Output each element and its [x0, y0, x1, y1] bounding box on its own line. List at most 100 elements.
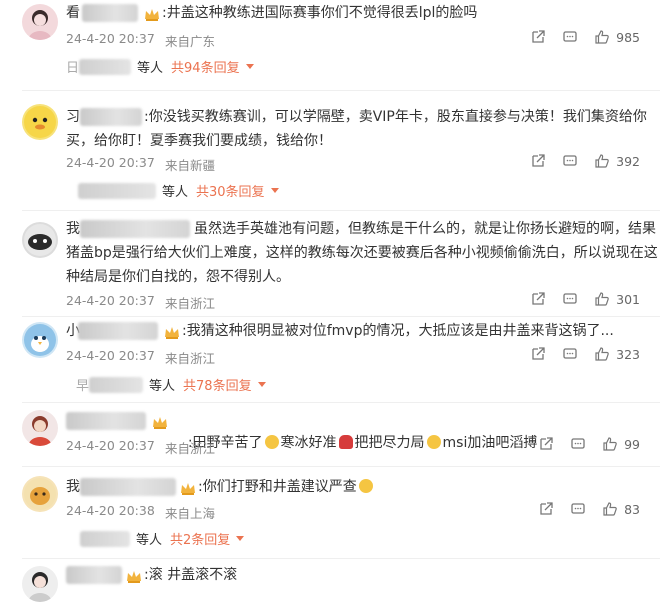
comment-text-line1: :你没钱买教练赛训，可以学隔壁，卖VIP年卡，股东直接参与决策！我们集资给你 — [144, 109, 647, 125]
comment-location: 来自浙江 — [165, 351, 216, 366]
vip-crown-icon — [127, 571, 141, 583]
comment-actions: 301 — [514, 291, 640, 307]
share-icon[interactable] — [530, 29, 546, 45]
comment-date: 24-4-20 20:37 — [66, 348, 155, 363]
comment-text: :滚 井盖滚不滚 — [144, 567, 238, 583]
reply-count-link[interactable]: 共78条回复 — [183, 375, 252, 394]
like-icon[interactable] — [602, 501, 618, 517]
username-blurred[interactable] — [66, 412, 146, 430]
like-count: 83 — [624, 501, 640, 517]
chevron-down-icon[interactable] — [236, 536, 245, 541]
reply-summary[interactable]: 等人 共2条回复 — [80, 529, 245, 548]
divider — [22, 558, 660, 559]
comment-icon[interactable] — [562, 291, 578, 307]
divider — [22, 466, 660, 467]
avatar[interactable] — [22, 104, 58, 140]
username-initial[interactable]: 我 — [66, 476, 80, 498]
smile-emoji-icon — [358, 479, 373, 493]
like-icon[interactable] — [594, 346, 610, 362]
comment-text-line2: 猪盖bp是强行给大伙们上难度，这样的教练每次还要被赛后各种小视频偷偷洗白，所以说… — [66, 245, 658, 261]
comment-date: 24-4-20 20:37 — [66, 438, 155, 453]
crying-face-emoji-icon — [426, 435, 441, 449]
comment-text-part: 寒冰好准 — [280, 435, 337, 451]
comment-text-part: :你们打野和井盖建议严查 — [198, 479, 357, 495]
rose-emoji-icon — [338, 435, 353, 449]
like-count: 99 — [624, 436, 640, 452]
comment-text: :我猜这种很明显被对位fmvp的情况，大抵应该是由井盖来背这锅了... — [182, 323, 614, 339]
comment-date: 24-4-20 20:38 — [66, 503, 155, 518]
username-blurred[interactable] — [80, 220, 190, 238]
comment-date: 24-4-20 20:37 — [66, 293, 155, 308]
username-blurred[interactable] — [82, 4, 138, 22]
like-icon[interactable] — [594, 291, 610, 307]
reply-people-label: 等人 — [162, 185, 189, 200]
vip-crown-icon — [181, 483, 195, 495]
username-initial[interactable]: 我 — [66, 218, 80, 240]
reply-name-initial: 日 — [66, 61, 80, 76]
comment-text-part: 把把尽力局 — [354, 435, 425, 451]
username-blurred[interactable] — [80, 108, 142, 126]
divider — [22, 316, 660, 317]
comment-date: 24-4-20 20:37 — [66, 155, 155, 170]
reply-name-initial: 早 — [76, 379, 90, 394]
comment-icon[interactable] — [562, 346, 578, 362]
chevron-down-icon[interactable] — [270, 188, 279, 193]
share-icon[interactable] — [538, 436, 554, 452]
vip-crown-icon — [145, 9, 159, 21]
comment-text-line3: 种结局是你们自找的，怨不得别人。 — [66, 269, 290, 285]
reply-names-blurred — [79, 58, 132, 75]
chevron-down-icon[interactable] — [257, 382, 266, 387]
comment-location: 来自广东 — [165, 34, 216, 49]
reply-names-blurred — [89, 376, 144, 393]
username-blurred[interactable] — [78, 322, 158, 340]
reply-count-link[interactable]: 共94条回复 — [171, 57, 240, 76]
comment-icon[interactable] — [562, 29, 578, 45]
divider — [22, 90, 660, 91]
comment-location: 来自上海 — [165, 506, 216, 521]
reply-people-label: 等人 — [136, 533, 163, 548]
avatar[interactable] — [22, 222, 58, 258]
reply-names-blurred — [78, 182, 156, 199]
vip-crown-icon — [165, 327, 179, 339]
share-icon[interactable] — [530, 346, 546, 362]
username-blurred[interactable] — [66, 566, 122, 584]
comment-icon[interactable] — [562, 153, 578, 169]
thumbs-up-emoji-icon — [264, 435, 279, 449]
avatar[interactable] — [22, 410, 58, 446]
comment-icon[interactable] — [570, 436, 586, 452]
like-icon[interactable] — [594, 29, 610, 45]
reply-summary[interactable]: 早 等人 共78条回复 — [76, 375, 266, 394]
share-icon[interactable] — [530, 153, 546, 169]
username-initial[interactable]: 习 — [66, 106, 80, 128]
like-count: 301 — [616, 291, 640, 307]
reply-people-label: 等人 — [149, 379, 176, 394]
comment-icon[interactable] — [570, 501, 586, 517]
reply-count-link[interactable]: 共30条回复 — [196, 181, 265, 200]
comment-text: :井盖这种教练进国际赛事你们不觉得很丢lpl的脸吗 — [162, 5, 478, 21]
comment-location: 来自浙江 — [165, 296, 216, 311]
comment-date: 24-4-20 20:37 — [66, 31, 155, 46]
avatar[interactable] — [22, 322, 58, 358]
reply-summary[interactable]: 日 等人 共94条回复 — [66, 57, 254, 76]
divider — [22, 210, 660, 211]
reply-summary[interactable]: 等人 共30条回复 — [78, 181, 279, 200]
comment-location: 来自新疆 — [165, 158, 216, 173]
comment-actions: 99 — [522, 436, 640, 452]
share-icon[interactable] — [538, 501, 554, 517]
comment-text-line2: 买，给你盯！夏季赛我们要成绩，钱给你！ — [66, 133, 332, 149]
comment-actions: 323 — [514, 346, 640, 362]
vip-crown-icon — [153, 417, 167, 429]
like-count: 985 — [616, 29, 640, 45]
like-icon[interactable] — [602, 436, 618, 452]
username-blurred[interactable] — [80, 478, 176, 496]
reply-names-blurred — [80, 530, 130, 547]
comment-location: 来自浙江 — [165, 441, 216, 456]
share-icon[interactable] — [530, 291, 546, 307]
like-icon[interactable] — [594, 153, 610, 169]
chevron-down-icon[interactable] — [245, 64, 254, 69]
reply-count-link[interactable]: 共2条回复 — [170, 529, 230, 548]
comment-text-line1: 虽然选手英雄池有问题，但教练是干什么的，就是让你扬长避短的啊，结果 — [194, 221, 656, 237]
avatar[interactable] — [22, 476, 58, 512]
username-initial[interactable]: 看 — [66, 2, 80, 24]
avatar[interactable] — [22, 4, 58, 40]
